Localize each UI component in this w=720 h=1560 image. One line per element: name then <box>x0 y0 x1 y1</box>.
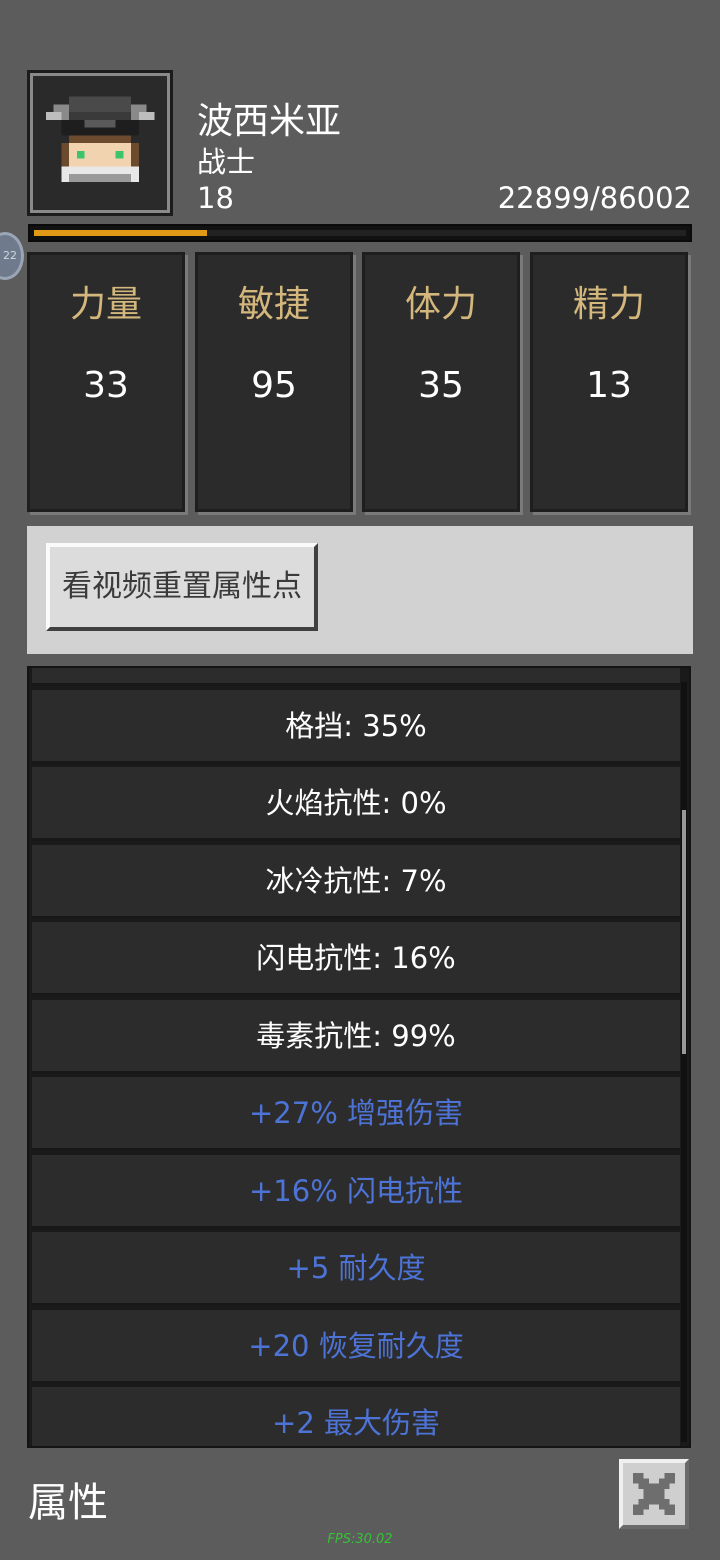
list-item: +16% 闪电抗性 <box>32 1155 680 1229</box>
list-item: 火焰抗性: 0% <box>32 767 680 841</box>
list-item: +5 耐久度 <box>32 1232 680 1306</box>
stat-value: 95 <box>251 365 297 406</box>
close-button[interactable] <box>619 1459 689 1529</box>
scrollbar[interactable] <box>681 682 687 1442</box>
list-item: 闪电抗性: 16% <box>32 922 680 996</box>
stat-box-agility: 敏捷 95 <box>195 252 353 512</box>
reset-attributes-button[interactable]: 看视频重置属性点 <box>46 543 318 631</box>
character-exp-text: 22899/86002 <box>497 181 692 215</box>
list-item: 格挡: 35% <box>32 690 680 764</box>
panel-title: 属性 <box>28 1480 108 1526</box>
list-item: 毒素抗性: 99% <box>32 1000 680 1074</box>
close-icon <box>633 1473 675 1515</box>
fps-counter: FPS:30.02 <box>327 1532 393 1547</box>
attribute-list[interactable]: 格挡: 35% 火焰抗性: 0% 冰冷抗性: 7% 闪电抗性: 16% 毒素抗性… <box>27 666 691 1448</box>
stat-label: 体力 <box>404 284 477 325</box>
list-item <box>32 668 680 686</box>
list-item: 冰冷抗性: 7% <box>32 845 680 919</box>
side-badge[interactable]: 22 <box>0 232 24 280</box>
exp-progress-bar <box>28 224 692 242</box>
stat-box-energy: 精力 13 <box>530 252 688 512</box>
stat-label: 力量 <box>69 284 142 325</box>
character-portrait <box>27 70 173 216</box>
list-item: +2 最大伤害 <box>32 1387 680 1446</box>
exp-progress-fill <box>34 230 208 236</box>
stat-box-strength: 力量 33 <box>27 252 185 512</box>
character-name: 波西米亚 <box>197 101 342 142</box>
character-level: 18 <box>197 181 234 215</box>
list-item: +27% 增强伤害 <box>32 1077 680 1151</box>
reset-panel: 看视频重置属性点 <box>27 526 693 654</box>
character-class: 战士 <box>197 145 256 179</box>
scrollbar-thumb[interactable] <box>682 810 686 1054</box>
stat-box-vitality: 体力 35 <box>362 252 520 512</box>
stat-value: 35 <box>418 365 464 406</box>
stat-value: 33 <box>83 365 129 406</box>
side-badge-text: 22 <box>3 249 17 262</box>
stat-label: 精力 <box>572 284 645 325</box>
helmeted-warrior-avatar-icon <box>38 81 162 205</box>
stat-label: 敏捷 <box>237 284 310 325</box>
stat-value: 13 <box>586 365 632 406</box>
list-item: +20 恢复耐久度 <box>32 1310 680 1384</box>
